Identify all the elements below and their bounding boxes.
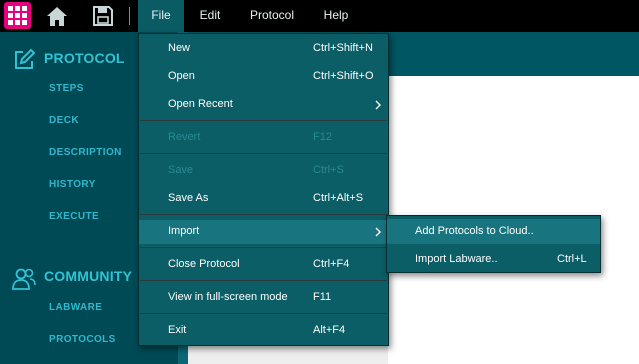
menu-item-label: Open Recent [168, 98, 233, 110]
menu-item-open-recent[interactable]: Open Recent [139, 93, 388, 117]
section-title-protocol[interactable]: PROTOCOL [44, 50, 125, 66]
nav-item-protocols[interactable]: PROTOCOLS [49, 334, 116, 345]
menu-protocol[interactable]: Protocol [244, 0, 300, 32]
menu-item-shortcut: F12 [313, 131, 332, 143]
menu-item-label: New [168, 42, 191, 54]
menu-item-import[interactable]: Import [139, 220, 388, 244]
top-bar: File Edit Protocol Help [0, 0, 639, 32]
menu-separator [140, 214, 387, 215]
save-icon[interactable] [90, 3, 116, 29]
menu-item-label: Exit [168, 324, 187, 336]
menu-help[interactable]: Help [315, 0, 357, 32]
menu-item-label: View in full-screen mode [168, 291, 288, 303]
menu-separator [140, 313, 387, 314]
menu-item-revert: Revert F12 [139, 126, 388, 150]
nav-item-execute[interactable]: EXECUTE [49, 211, 99, 222]
menu-item-save: Save Ctrl+S [139, 159, 388, 183]
nav-item-deck[interactable]: DECK [49, 115, 79, 126]
menu-separator [140, 247, 387, 248]
submenu-item-label: Import Labware.. [415, 253, 498, 265]
menu-item-exit[interactable]: Exit Alt+F4 [139, 319, 388, 343]
menu-item-label: Revert [168, 131, 201, 143]
menu-item-label: Save [168, 164, 194, 176]
chevron-right-icon [375, 100, 381, 110]
menu-item-shortcut: Ctrl+Shift+O [313, 70, 374, 82]
menu-separator [140, 153, 387, 154]
submenu-item-add-protocols-to-cloud[interactable]: Add Protocols to Cloud.. [387, 219, 600, 244]
menu-item-close-protocol[interactable]: Close Protocol Ctrl+F4 [139, 253, 388, 277]
users-icon [11, 265, 37, 291]
menu-item-shortcut: Ctrl+S [313, 164, 344, 176]
menu-item-open[interactable]: Open Ctrl+Shift+O [139, 65, 388, 89]
menu-item-shortcut: Alt+F4 [313, 324, 346, 336]
nav-item-steps[interactable]: STEPS [49, 83, 84, 94]
submenu-item-shortcut: Ctrl+L [557, 253, 587, 265]
chevron-right-icon [375, 227, 381, 237]
menu-item-shortcut: Ctrl+F4 [313, 258, 350, 270]
menu-edit[interactable]: Edit [190, 0, 230, 32]
home-icon[interactable] [44, 3, 70, 29]
apps-grid-icon[interactable] [4, 2, 31, 29]
menu-file[interactable]: File [138, 0, 184, 32]
nav-item-history[interactable]: HISTORY [49, 179, 96, 190]
nav-item-description[interactable]: DESCRIPTION [49, 147, 122, 158]
menu-item-shortcut: Ctrl+Alt+S [313, 192, 364, 204]
menu-item-fullscreen[interactable]: View in full-screen mode F11 [139, 286, 388, 310]
menu-item-label: Open [168, 70, 195, 82]
menu-item-shortcut: Ctrl+Shift+N [313, 42, 373, 54]
menu-item-label: Import [168, 225, 200, 237]
menu-item-label: Save As [168, 192, 209, 204]
edit-icon [12, 48, 36, 72]
content-footer-strip [188, 346, 388, 364]
menu-item-shortcut: F11 [313, 291, 332, 303]
nav-item-labware[interactable]: LABWARE [49, 302, 102, 313]
menu-separator [140, 120, 387, 121]
menu-item-new[interactable]: New Ctrl+Shift+N [139, 37, 388, 61]
submenu-item-label: Add Protocols to Cloud.. [415, 225, 534, 237]
menu-separator [140, 280, 387, 281]
file-menu-dropdown: New Ctrl+Shift+N Open Ctrl+Shift+O Open … [138, 33, 389, 346]
menu-item-label: Close Protocol [168, 258, 240, 270]
submenu-item-import-labware[interactable]: Import Labware.. Ctrl+L [387, 247, 600, 272]
import-submenu: Add Protocols to Cloud.. Import Labware.… [386, 215, 601, 273]
section-title-community[interactable]: COMMUNITY [44, 268, 132, 284]
toolbar-divider [129, 7, 130, 25]
menu-item-save-as[interactable]: Save As Ctrl+Alt+S [139, 187, 388, 211]
